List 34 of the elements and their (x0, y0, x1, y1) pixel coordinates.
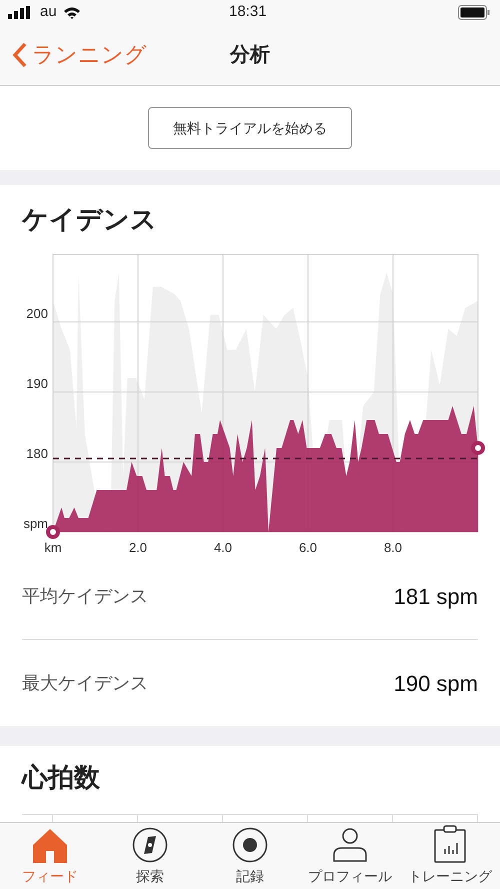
clock: 18:31 (229, 2, 267, 22)
battery-icon (458, 4, 490, 20)
section-title: 心拍数 (20, 761, 101, 794)
stat-value: 190 spm (394, 670, 478, 698)
compass-icon (132, 827, 168, 863)
end-marker (471, 440, 485, 455)
axis-label: 190 (26, 376, 48, 391)
signal-icon (8, 6, 31, 18)
axis-label: 8.0 (384, 540, 402, 554)
wifi-icon (62, 6, 81, 18)
axis-label: km (44, 540, 62, 554)
carrier-label: au (40, 2, 57, 22)
stat-label: 平均ケイデンス (22, 585, 148, 608)
section-title: ケイデンス (20, 203, 158, 236)
axis-label: 4.0 (214, 540, 232, 554)
chevron-left-icon (12, 42, 28, 68)
stat-label: 最大ケイデンス (22, 672, 148, 694)
trial-button[interactable]: 無料トライアルを始める (148, 107, 352, 149)
tab-bar-item[interactable]: 記録 (200, 823, 300, 889)
tab-bar-item[interactable]: プロフィール (300, 823, 400, 889)
axis-label: 2.0 (128, 540, 148, 554)
tab-bar-item[interactable]: 探索 (100, 823, 200, 889)
tab-bar-item[interactable]: トレーニング (400, 823, 500, 889)
axis-label: 200 (26, 306, 48, 321)
start-marker (46, 525, 60, 539)
clipboard-chart-icon (432, 825, 468, 863)
stat-value: 181 spm (394, 583, 478, 611)
person-icon (332, 827, 368, 863)
record-icon (232, 827, 268, 863)
axis-label: 180 (26, 446, 48, 461)
axis-label: spm (23, 516, 48, 531)
home-icon (32, 827, 68, 863)
axis-label: 6.0 (298, 540, 318, 554)
screen-title: 分析 (228, 42, 271, 68)
